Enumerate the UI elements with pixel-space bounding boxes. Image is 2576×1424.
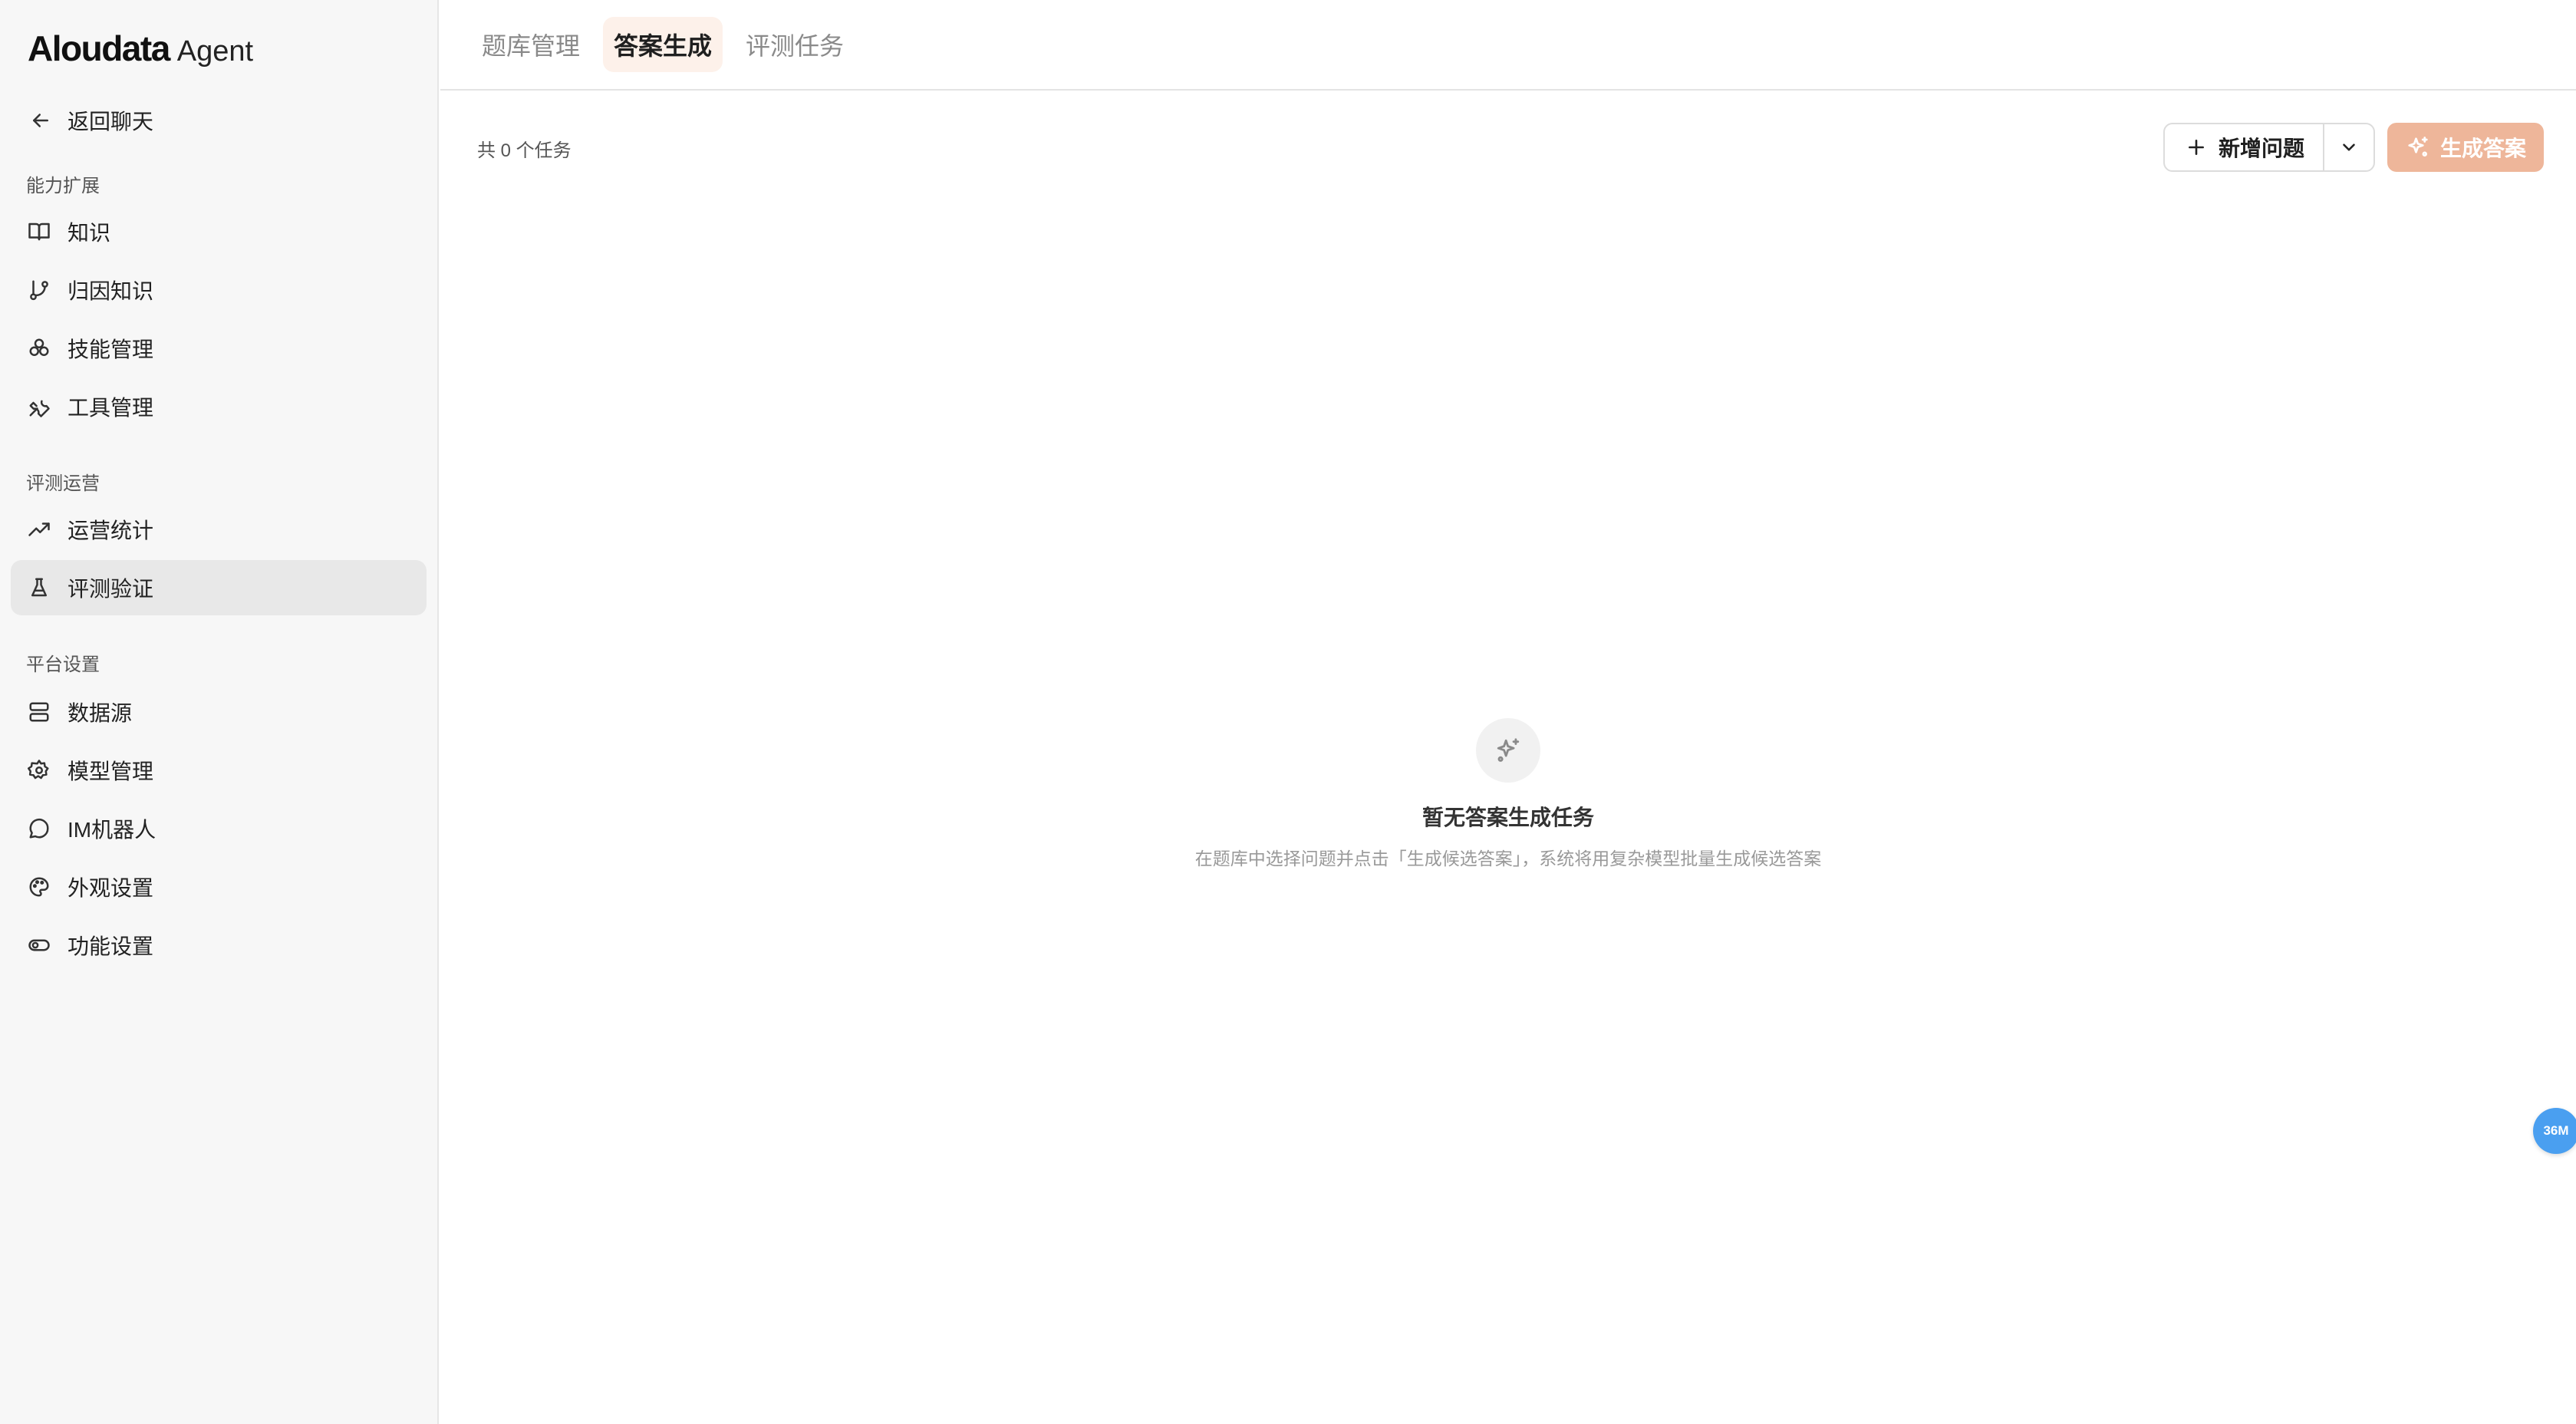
- tab-evaluation-tasks[interactable]: 评测任务: [735, 17, 855, 72]
- floating-memory-badge[interactable]: 36M: [2533, 1108, 2576, 1154]
- tab-question-bank[interactable]: 题库管理: [471, 17, 591, 72]
- top-tabs: 题库管理 答案生成 评测任务: [440, 0, 2576, 91]
- book-icon: [26, 219, 52, 245]
- sidebar-item-label: 工具管理: [68, 396, 154, 420]
- add-question-button-group: 新增问题: [2163, 123, 2375, 172]
- empty-state-title: 暂无答案生成任务: [1421, 806, 1594, 829]
- generate-answer-button[interactable]: 生成答案: [2387, 123, 2544, 172]
- chat-bubble-icon: [26, 816, 52, 842]
- toggle-icon: [26, 932, 52, 958]
- sidebar-item-models[interactable]: 模型管理: [11, 743, 427, 798]
- sidebar-item-label: 模型管理: [68, 760, 154, 783]
- sidebar-item-evaluation[interactable]: 评测验证: [11, 560, 427, 615]
- palette-icon: [26, 874, 52, 900]
- back-to-chat-link[interactable]: 返回聊天: [28, 100, 153, 141]
- sidebar-item-knowledge[interactable]: 知识: [11, 204, 427, 259]
- sparkles-icon: [1495, 737, 1521, 763]
- add-question-label: 新增问题: [2218, 137, 2304, 160]
- trending-up-icon: [26, 516, 52, 542]
- section-title-platform: 平台设置: [26, 654, 100, 675]
- sparkles-icon: [2405, 134, 2431, 160]
- sidebar-item-label: 知识: [68, 221, 111, 245]
- wrench-icon: [26, 394, 52, 420]
- task-count: 共 0 个任务: [477, 140, 572, 161]
- brand-logo[interactable]: Aloudata Agent: [28, 28, 253, 69]
- section-title-capabilities: 能力扩展: [26, 176, 100, 196]
- sidebar-item-features[interactable]: 功能设置: [11, 918, 427, 973]
- sidebar-item-label: 数据源: [68, 701, 133, 725]
- sidebar-item-appearance[interactable]: 外观设置: [11, 859, 427, 915]
- cubes-icon: [26, 335, 52, 361]
- git-branch-icon: [26, 277, 52, 303]
- tab-answer-generation[interactable]: 答案生成: [603, 17, 723, 72]
- sidebar-item-skills[interactable]: 技能管理: [11, 321, 427, 376]
- empty-state-description: 在题库中选择问题并点击「生成候选答案」，系统将用复杂模型批量生成候选答案: [1194, 849, 1822, 869]
- sidebar-item-label: 评测验证: [68, 577, 154, 601]
- brand-name: Aloudata: [28, 28, 170, 68]
- sidebar-item-operation-stats[interactable]: 运营统计: [11, 502, 427, 557]
- brand-suffix: Agent: [176, 35, 254, 68]
- sidebar: Aloudata Agent 返回聊天 能力扩展 知识 归因知识 技能管理 工具…: [0, 0, 439, 1424]
- sidebar-item-label: 功能设置: [68, 934, 154, 958]
- sidebar-item-label: 运营统计: [68, 519, 154, 542]
- section-title-evaluation: 评测运营: [26, 473, 100, 494]
- chevron-down-icon: [2336, 134, 2362, 160]
- back-label: 返回聊天: [68, 110, 154, 134]
- plus-icon: [2183, 134, 2209, 160]
- sidebar-item-tools[interactable]: 工具管理: [11, 379, 427, 434]
- generate-answer-label: 生成答案: [2439, 137, 2526, 160]
- server-icon: [26, 699, 52, 725]
- sidebar-item-im-bot[interactable]: IM机器人: [11, 801, 427, 856]
- empty-state-icon: [1476, 718, 1540, 783]
- add-question-dropdown-button[interactable]: [2324, 124, 2373, 170]
- sidebar-item-attribution-knowledge[interactable]: 归因知识: [11, 262, 427, 318]
- arrow-left-icon: [28, 107, 54, 134]
- sidebar-item-label: 外观设置: [68, 876, 154, 900]
- sidebar-item-datasource[interactable]: 数据源: [11, 684, 427, 740]
- gear-icon: [26, 757, 52, 783]
- sidebar-item-label: IM机器人: [68, 818, 156, 842]
- sidebar-item-label: 归因知识: [68, 279, 154, 303]
- flask-icon: [26, 575, 52, 601]
- sidebar-item-label: 技能管理: [68, 338, 154, 361]
- add-question-button[interactable]: 新增问题: [2165, 124, 2323, 170]
